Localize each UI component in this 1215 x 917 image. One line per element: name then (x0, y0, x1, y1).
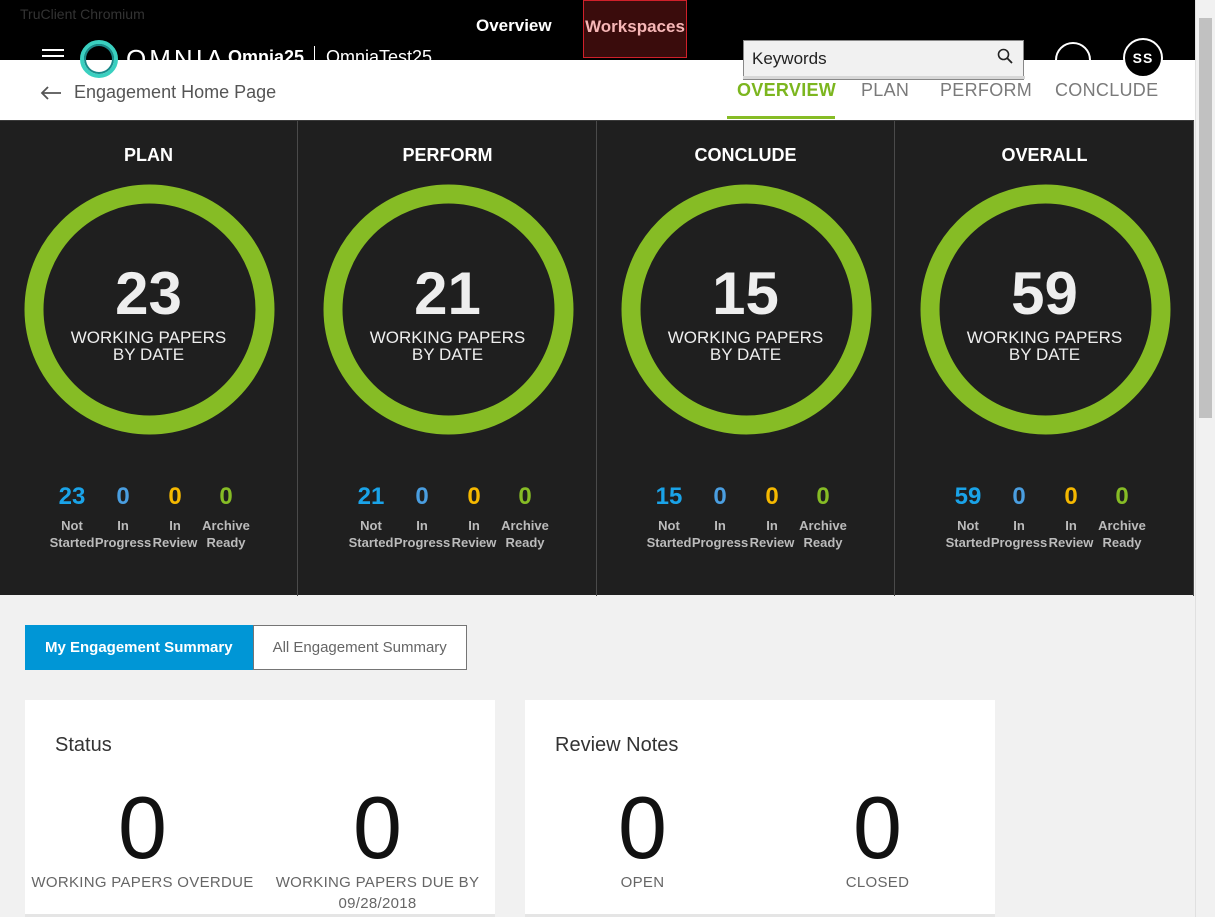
tab-plan[interactable]: PLAN (861, 80, 909, 101)
ring-caption: WORKING PAPERS BY DATE (299, 329, 596, 363)
summary-toggle: My Engagement Summary All Engagement Sum… (25, 625, 467, 670)
overdue-caption: WORKING PAPERS OVERDUE (31, 874, 254, 891)
stat-label-line1: In (416, 518, 428, 533)
overdue-metric[interactable]: 0 WORKING PAPERS OVERDUE (25, 784, 260, 893)
due-by-count: 0 (353, 778, 402, 877)
due-by-caption: WORKING PAPERS DUE BY (275, 874, 480, 891)
notification-icon[interactable] (1055, 42, 1091, 78)
stat-in-progress[interactable]: 0 In Progress (989, 483, 1049, 551)
stat-value: 0 (1115, 483, 1129, 510)
ring-caption: WORKING PAPERS BY DATE (0, 329, 297, 363)
stat-label-line2: Ready (1102, 535, 1142, 550)
back-link-label: Engagement Home Page (74, 82, 277, 102)
status-card-title: Status (55, 734, 112, 756)
stat-in-progress[interactable]: 0 In Progress (690, 483, 750, 551)
stat-value: 0 (219, 483, 233, 510)
scrollbar-thumb[interactable] (1199, 18, 1212, 418)
stat-label-line2: Ready (206, 535, 246, 550)
all-engagement-summary-button[interactable]: All Engagement Summary (252, 625, 467, 670)
stat-label-line1: Archive (799, 518, 847, 533)
panel-plan[interactable]: PLAN 23 WORKING PAPERS BY DATE 23 Not Started 0… (0, 121, 298, 596)
open-notes-metric[interactable]: 0 OPEN (525, 784, 760, 893)
due-by-date: 09/28/2018 (338, 895, 417, 912)
ring-caption-line2: BY DATE (411, 345, 484, 364)
stat-label-line2: Ready (803, 535, 843, 550)
my-engagement-summary-button[interactable]: My Engagement Summary (25, 625, 253, 670)
panel-perform[interactable]: PERFORM 21 WORKING PAPERS BY DATE 21 Not Start… (299, 121, 597, 596)
stat-label-line1: Archive (501, 518, 549, 533)
nav-overview[interactable]: Overview (476, 16, 552, 36)
ring-caption-line1: WORKING PAPERS (369, 328, 526, 347)
stat-in-progress[interactable]: 0 In Progress (93, 483, 153, 551)
active-tab-indicator (727, 116, 835, 119)
panel-conclude[interactable]: CONCLUDE 15 WORKING PAPERS BY DATE 15 Not Star… (597, 121, 895, 596)
stat-label-line2: Progress (94, 535, 152, 550)
open-notes-caption: OPEN (620, 874, 665, 891)
tab-conclude[interactable]: CONCLUDE (1055, 80, 1158, 101)
tab-overview[interactable]: OVERVIEW (737, 80, 836, 101)
ring-caption-line1: WORKING PAPERS (70, 328, 227, 347)
nav-workspaces[interactable]: Workspaces (583, 0, 687, 58)
panel-title: PLAN (124, 145, 173, 165)
stat-label-line1: Archive (1098, 518, 1146, 533)
ring-caption-line2: BY DATE (709, 345, 782, 364)
stat-in-progress[interactable]: 0 In Progress (392, 483, 452, 551)
tab-perform[interactable]: PERFORM (940, 80, 1032, 101)
stat-archive-ready[interactable]: 0 Archive Ready (495, 483, 555, 551)
stat-value: 0 (518, 483, 532, 510)
stat-label-line2: Progress (990, 535, 1048, 550)
search-icon[interactable] (997, 48, 1013, 64)
browser-title: TruClient Chromium (20, 6, 145, 22)
ring-caption-line1: WORKING PAPERS (667, 328, 824, 347)
ring-caption-line1: WORKING PAPERS (966, 328, 1123, 347)
stat-label-line2: Ready (505, 535, 545, 550)
review-notes-card: Review Notes 0 OPEN 0 CLOSED (525, 700, 995, 917)
search-box[interactable] (743, 40, 1024, 80)
panel-title: PERFORM (402, 145, 493, 165)
closed-notes-metric[interactable]: 0 CLOSED (760, 784, 995, 893)
panel-title: CONCLUDE (694, 145, 797, 165)
stat-archive-ready[interactable]: 0 Archive Ready (196, 483, 256, 551)
search-underline (743, 76, 1025, 79)
stat-value: 0 (816, 483, 830, 510)
status-card: Status 0 WORKING PAPERS OVERDUE 0 WORKIN… (25, 700, 495, 917)
total-count: 15 (712, 260, 779, 327)
open-notes-count: 0 (618, 778, 667, 877)
stat-label-line1: In (1013, 518, 1025, 533)
ring-caption: WORKING PAPERS BY DATE (597, 329, 894, 363)
total-count: 21 (414, 260, 481, 327)
stat-archive-ready[interactable]: 0 Archive Ready (1092, 483, 1152, 551)
total-count: 23 (115, 260, 182, 327)
stat-value: 0 (415, 483, 429, 510)
avatar[interactable]: SS (1123, 38, 1163, 78)
page-scrollbar[interactable] (1195, 0, 1215, 917)
search-input[interactable] (752, 49, 982, 69)
menu-icon[interactable] (42, 49, 64, 63)
phase-panels: PLAN 23 WORKING PAPERS BY DATE 23 Not Started 0… (0, 120, 1194, 596)
stat-value: 0 (713, 483, 727, 510)
stat-label-line2: Progress (691, 535, 749, 550)
back-link[interactable]: Engagement Home Page (40, 82, 276, 103)
closed-notes-caption: CLOSED (845, 874, 910, 891)
total-count: 59 (1011, 260, 1078, 327)
review-notes-title: Review Notes (555, 734, 679, 756)
stat-label-line2: Progress (393, 535, 451, 550)
panel-title: OVERALL (1001, 145, 1088, 165)
closed-notes-count: 0 (853, 778, 902, 877)
panel-overall[interactable]: OVERALL 59 WORKING PAPERS BY DATE 59 Not Start… (896, 121, 1194, 596)
back-arrow-icon (40, 85, 61, 100)
due-by-metric[interactable]: 0 WORKING PAPERS DUE BY 09/28/2018 (260, 784, 495, 914)
stat-label-line1: In (117, 518, 129, 533)
omnia-logo-icon (80, 40, 118, 78)
stat-label-line1: Archive (202, 518, 250, 533)
stat-archive-ready[interactable]: 0 Archive Ready (793, 483, 853, 551)
stat-value: 0 (1012, 483, 1026, 510)
stat-value: 0 (116, 483, 130, 510)
ring-caption-line2: BY DATE (1008, 345, 1081, 364)
overdue-count: 0 (118, 778, 167, 877)
ring-caption: WORKING PAPERS BY DATE (896, 329, 1193, 363)
stat-label-line1: In (714, 518, 726, 533)
ring-caption-line2: BY DATE (112, 345, 185, 364)
